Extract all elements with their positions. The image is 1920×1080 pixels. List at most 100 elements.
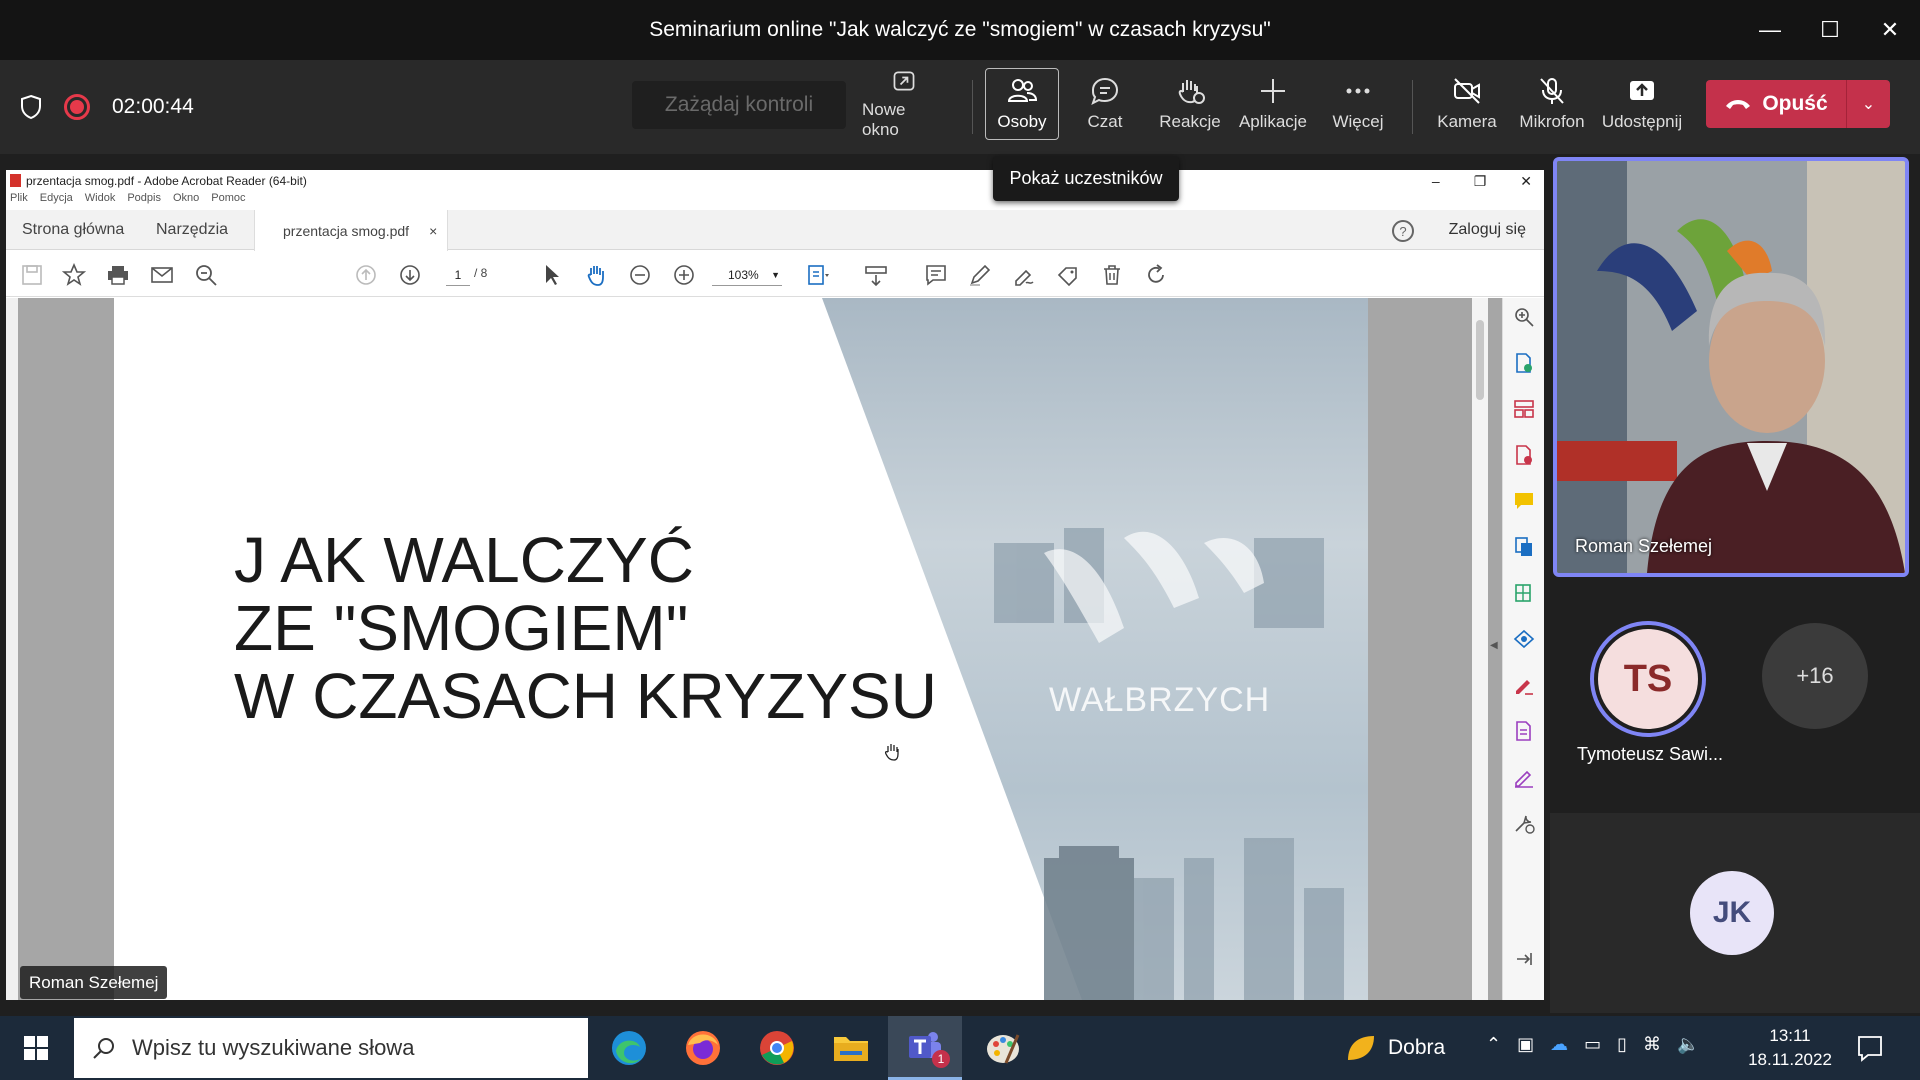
combine-files-icon[interactable] [1513,536,1535,558]
more-participants-button[interactable]: +16 [1762,623,1868,729]
weather-widget[interactable]: Dobra [1344,1032,1445,1064]
menu-view[interactable]: Widok [85,192,116,210]
comment-pane-icon[interactable] [1513,490,1535,512]
mic-off-icon [1540,78,1564,104]
apps-label: Aplikacje [1238,112,1308,131]
export-pdf-icon[interactable] [1513,352,1535,374]
zoom-in-icon[interactable] [672,263,696,287]
paint-app-button[interactable] [966,1016,1040,1080]
left-panel-toggle[interactable] [6,298,18,1000]
mic-button[interactable]: Mikrofon [1516,68,1588,140]
apps-button[interactable]: Aplikacje [1236,68,1310,140]
page-total: / 8 [474,266,488,280]
leave-button[interactable]: Opuść [1706,92,1846,116]
firefox-app-button[interactable] [666,1016,740,1080]
tab-document-label: przentacja smog.pdf [283,222,410,239]
menu-file[interactable]: Plik [10,192,28,210]
help-icon[interactable]: ? [1392,220,1414,242]
tab-home[interactable]: Strona główna [22,210,124,250]
star-icon[interactable] [62,263,86,287]
menu-help[interactable]: Pomoc [211,192,245,210]
tab-tools[interactable]: Narzędzia [156,210,228,250]
acrobat-close-button[interactable]: ✕ [1520,173,1532,190]
collapse-pane-icon[interactable] [1513,948,1535,970]
chat-button[interactable]: Czat [1075,68,1135,140]
protect-pdf-icon[interactable] [1513,720,1535,742]
chevron-down-icon: ▼ [771,269,780,280]
select-pointer-icon[interactable] [540,263,564,287]
edit-pdf-icon[interactable] [1513,582,1535,604]
notifications-icon[interactable] [1856,1034,1884,1062]
request-control-button[interactable]: Zażądaj kontroli [632,81,846,129]
wifi-icon[interactable]: ⌘ [1643,1034,1661,1055]
login-link[interactable]: Zaloguj się [1449,221,1526,239]
rotate-icon[interactable] [1144,263,1168,287]
hand-cursor-icon [884,744,899,761]
trash-icon[interactable] [1100,263,1124,287]
battery-icon[interactable]: ▭ [1584,1034,1601,1055]
comment-icon[interactable] [924,263,948,287]
menu-window[interactable]: Okno [173,192,199,210]
save-icon[interactable] [20,263,44,287]
prev-page-icon[interactable] [354,263,378,287]
menu-edit[interactable]: Edycja [40,192,73,210]
acrobat-restore-button[interactable]: ❐ [1474,173,1487,190]
scroll-mode-icon[interactable] [864,263,888,287]
next-page-icon[interactable] [398,263,422,287]
mail-icon[interactable] [150,263,174,287]
highlight-pen-icon[interactable] [968,263,992,287]
fill-sign-icon[interactable] [1513,674,1535,696]
zoom-select[interactable]: 103% ▼ [712,264,782,286]
close-button[interactable]: ✕ [1860,0,1920,60]
onedrive-icon[interactable]: ☁ [1550,1034,1568,1055]
reactions-button[interactable]: Reakcje [1150,68,1230,140]
shield-icon[interactable] [20,94,42,120]
mic-label: Mikrofon [1519,112,1585,131]
tab-document[interactable]: przentacja smog.pdf × [254,210,449,251]
minimize-button[interactable]: — [1740,0,1800,60]
certificates-icon[interactable] [1513,766,1535,788]
acrobat-titlebar: przentacja smog.pdf - Adobe Acrobat Read… [6,170,1544,192]
usb-icon[interactable]: ▯ [1617,1034,1627,1055]
meet-now-icon[interactable]: ▣ [1517,1034,1534,1055]
zoom-icon[interactable] [1513,306,1535,328]
more-button[interactable]: Więcej [1326,68,1390,140]
menu-sign[interactable]: Podpis [127,192,161,210]
start-button[interactable] [0,1016,72,1080]
create-pdf-icon[interactable] [1513,444,1535,466]
hand-tool-icon[interactable] [584,263,608,287]
new-window-button[interactable]: Nowe okno [862,68,946,140]
volume-icon[interactable]: 🔈 [1677,1034,1699,1055]
maximize-button[interactable]: ☐ [1800,0,1860,60]
search-icon[interactable] [194,263,218,287]
participant-video-tile[interactable]: Roman Szełemej [1553,157,1909,577]
people-button[interactable]: Osoby [985,68,1059,140]
zoom-out-icon[interactable] [628,263,652,287]
sign-icon[interactable] [1056,263,1080,287]
taskbar-search-input[interactable]: Wpisz tu wyszukiwane słowa [74,1018,588,1078]
vertical-scrollbar[interactable] [1472,298,1488,1000]
teams-app-button[interactable]: 1 [888,1016,962,1080]
scrollbar-thumb[interactable] [1476,320,1484,400]
fit-page-icon[interactable] [806,263,830,287]
chevron-up-icon[interactable]: ⌃ [1486,1034,1501,1055]
camera-button[interactable]: Kamera [1432,68,1502,140]
participant-avatar-ts[interactable]: TS [1590,621,1706,737]
draw-icon[interactable] [1012,263,1036,287]
file-explorer-app-button[interactable] [814,1016,888,1080]
organize-pages-icon[interactable] [1513,398,1535,420]
system-clock[interactable]: 13:11 18.11.2022 [1740,1024,1840,1072]
close-tab-icon[interactable]: × [429,223,437,239]
print-icon[interactable] [106,263,130,287]
send-sign-icon[interactable] [1513,628,1535,650]
people-tooltip: Pokaż uczestników [993,156,1179,201]
more-tools-icon[interactable] [1513,812,1535,834]
chrome-app-button[interactable] [740,1016,814,1080]
edge-app-button[interactable] [592,1016,666,1080]
leave-options-button[interactable]: ⌄ [1847,94,1890,114]
share-button[interactable]: Udostępnij [1600,68,1684,140]
acrobat-minimize-button[interactable]: – [1432,173,1440,189]
pdf-page: J AK WALCZYĆ ZE "SMOGIEM" W CZASACH KRYZ… [114,298,1368,1000]
collapse-panel-icon[interactable]: ◀ [1490,640,1498,651]
page-number-input[interactable]: 1 [446,264,470,286]
